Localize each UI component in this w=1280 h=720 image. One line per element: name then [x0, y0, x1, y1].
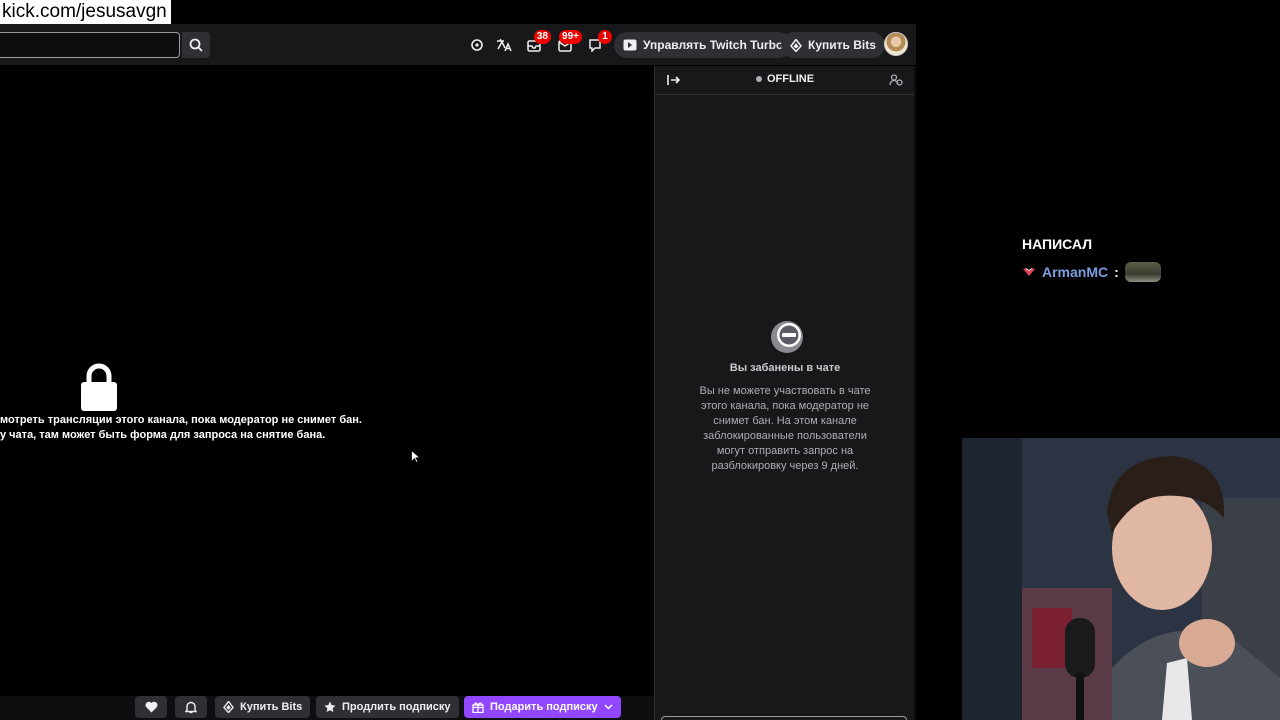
gift-subscription-button[interactable]: Подарить подписку [464, 696, 621, 718]
collapse-chat-icon[interactable] [667, 74, 681, 86]
top-navigation: 38 99+ 1 Управлять Twitch Turbo Купить B… [0, 24, 916, 66]
overlay-chat-text: НАПИСАЛ [1022, 236, 1093, 252]
extend-subscription-label: Продлить подписку [342, 701, 451, 713]
chat-emote [1124, 262, 1161, 282]
bits-icon [223, 701, 234, 713]
extend-subscription-button[interactable]: Продлить подписку [316, 696, 459, 718]
search-input[interactable] [0, 32, 180, 58]
mouse-cursor-icon [411, 450, 420, 463]
manage-turbo-button[interactable]: Управлять Twitch Turbo [614, 32, 793, 58]
channel-action-bar: Купить Bits Продлить подписку Подарить п… [0, 696, 654, 720]
heart-icon [145, 701, 157, 713]
buy-bits-label: Купить Bits [808, 38, 876, 52]
banned-description: Вы не можете участвовать в чате этого ка… [699, 385, 871, 472]
manage-turbo-label: Управлять Twitch Turbo [643, 38, 784, 52]
twitch-window: 38 99+ 1 Управлять Twitch Turbo Купить B… [0, 24, 916, 720]
stream-url-overlay: kick.com/jesusavgn [0, 0, 171, 24]
status-dot [756, 76, 762, 82]
inbox-badge: 38 [533, 30, 551, 44]
whispers-icon[interactable]: 1 [584, 30, 612, 56]
buy-bits-button-bottom[interactable]: Купить Bits [215, 696, 311, 718]
gift-subscription-label: Подарить подписку [490, 701, 598, 713]
notifications-button[interactable] [175, 696, 207, 718]
user-avatar[interactable] [884, 32, 908, 56]
chevron-down-icon [604, 704, 613, 710]
bell-icon [185, 701, 197, 713]
ban-message-line-1: мотреть трансляции этого канала, пока мо… [0, 414, 362, 426]
overlay-chat-message: ArmanMC : [1022, 262, 1161, 282]
overlay-colon: : [1114, 264, 1119, 280]
whispers-badge: 1 [598, 30, 612, 44]
gift-icon [472, 702, 484, 713]
video-player[interactable]: мотреть трансляции этого канала, пока мо… [0, 66, 654, 696]
translate-icon[interactable] [493, 34, 515, 56]
mail-badge: 99+ [559, 30, 582, 44]
sub-badge-icon [1023, 268, 1035, 276]
lock-icon [81, 363, 117, 411]
search-icon [189, 38, 203, 52]
community-icon[interactable] [889, 73, 903, 87]
search-button[interactable] [182, 32, 210, 58]
follow-button[interactable] [135, 696, 167, 718]
streamer-webcam [962, 438, 1280, 720]
banned-title: Вы забанены в чате [729, 362, 841, 374]
buy-bits-button[interactable]: Купить Bits [781, 32, 885, 58]
star-icon [324, 701, 336, 712]
ban-message-line-2: у чата, там может быть форма для запроса… [0, 429, 326, 441]
stream-status: OFFLINE [756, 73, 814, 85]
overlay-username: ArmanMC [1042, 264, 1109, 280]
stream-status-label: OFFLINE [767, 73, 815, 85]
bits-icon [790, 38, 802, 52]
loot-icon[interactable] [466, 34, 488, 56]
turbo-icon [623, 39, 637, 51]
inbox-icon[interactable]: 38 [523, 30, 551, 56]
webcam-image [962, 438, 1280, 720]
chat-header: OFFLINE [655, 66, 914, 95]
buy-bits-bottom-label: Купить Bits [240, 701, 303, 713]
banned-icon [771, 321, 803, 353]
mail-icon[interactable]: 99+ [554, 30, 582, 56]
chat-panel: OFFLINE Вы забанены в чате Вы не можете … [654, 66, 914, 720]
chat-input[interactable] [661, 716, 907, 720]
